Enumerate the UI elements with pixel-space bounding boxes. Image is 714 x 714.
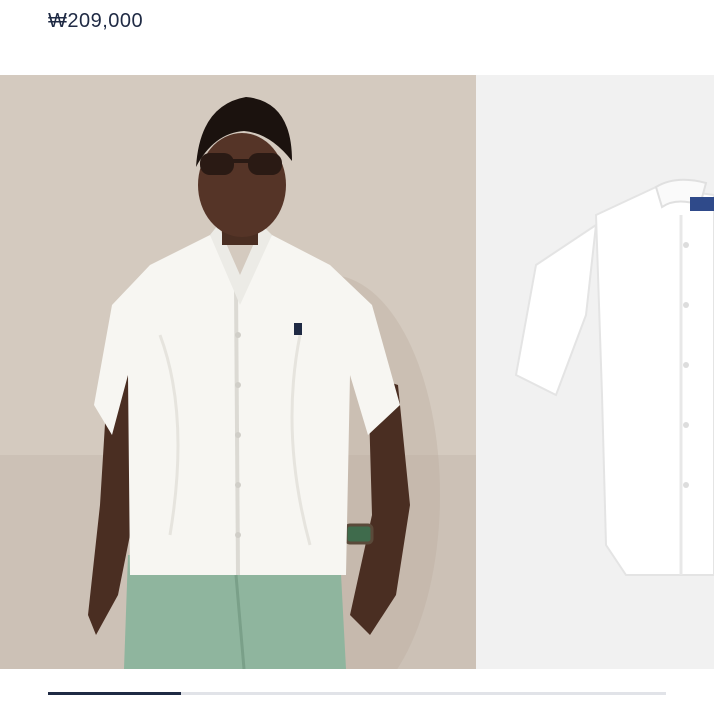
product-price: ₩209,000 [48,10,144,32]
flat-shirt-illustration [476,75,714,669]
product-image-model[interactable] [0,75,476,669]
carousel-progress-track[interactable] [48,692,666,695]
product-page: ₩209,000 [0,0,714,714]
product-image-carousel[interactable] [0,75,714,669]
product-image-flat[interactable] [476,75,714,669]
model-photo-illustration [0,75,476,669]
carousel-progress-fill [48,692,181,695]
